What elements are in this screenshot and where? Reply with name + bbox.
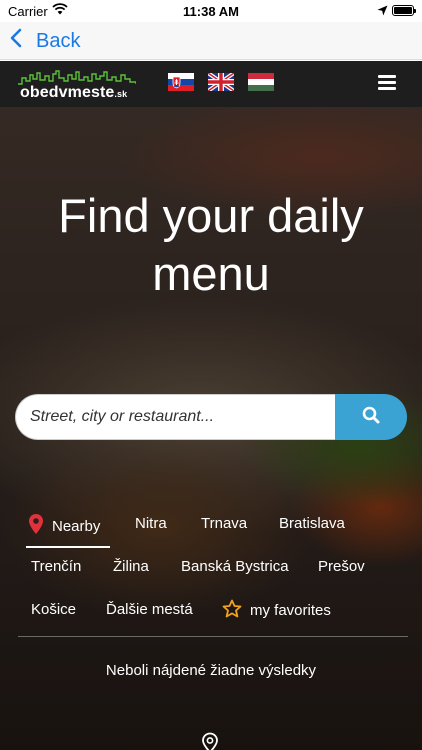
tab-zilina[interactable]: Žilina [113, 558, 149, 575]
slovak-flag-icon[interactable] [168, 73, 194, 91]
divider [18, 636, 408, 637]
tab-label: Nearby [52, 517, 101, 535]
menu-icon[interactable] [378, 75, 396, 91]
hero-section: Find your daily menu Nearby Nitra Trnava… [0, 107, 422, 750]
star-icon [222, 599, 242, 622]
back-button[interactable]: Back [10, 28, 80, 54]
location-pin-icon [28, 513, 44, 539]
logo-text: obedvmeste.sk [20, 84, 127, 102]
search-icon [362, 406, 380, 429]
tab-label: my favorites [250, 602, 331, 619]
tab-nearby[interactable]: Nearby [28, 513, 100, 539]
uk-flag-icon[interactable] [208, 73, 234, 91]
location-arrow-icon [377, 4, 388, 19]
back-label: Back [36, 29, 81, 52]
headline-line-1: Find your daily [58, 189, 364, 242]
tab-row: Nearby Nitra Trnava Bratislava [0, 505, 422, 548]
map-pin-icon[interactable] [201, 732, 219, 750]
navigation-bar: Back [0, 22, 422, 60]
tab-trnava[interactable]: Trnava [201, 515, 247, 532]
skyline-icon [18, 70, 136, 85]
page-title: Find your daily menu [0, 187, 422, 303]
tab-nitra[interactable]: Nitra [135, 515, 167, 532]
menu-line [378, 81, 396, 84]
tab-bratislava[interactable]: Bratislava [279, 515, 345, 532]
status-bar: Carrier 11:38 AM [0, 0, 422, 22]
tab-kosice[interactable]: Košice [31, 601, 76, 618]
tab-other-cities[interactable]: Ďalšie mestá [106, 601, 193, 618]
logo-name: obedvmeste [20, 84, 115, 101]
search-button[interactable] [335, 394, 407, 440]
tab-row: Košice Ďalšie mestá my favorites [0, 591, 422, 634]
search-bar [15, 394, 407, 440]
hungarian-flag-icon[interactable] [248, 73, 274, 91]
tab-trencin[interactable]: Trenčín [31, 558, 81, 575]
headline-line-2: menu [152, 247, 270, 300]
tab-favorites[interactable]: my favorites [222, 599, 331, 622]
clock: 11:38 AM [183, 4, 239, 19]
search-input[interactable] [15, 394, 335, 440]
empty-results-message: Neboli nájdené žiadne výsledky [105, 662, 317, 679]
menu-line [378, 87, 396, 90]
tab-presov[interactable]: Prešov [318, 558, 365, 575]
language-switcher [168, 73, 288, 91]
chevron-left-icon [10, 28, 22, 54]
menu-line [378, 75, 396, 78]
logo[interactable]: obedvmeste.sk [18, 69, 136, 102]
site-header: obedvmeste.sk [0, 61, 422, 107]
battery-icon [392, 5, 416, 16]
city-tabs: Nearby Nitra Trnava Bratislava Trenčín Ž… [0, 505, 422, 634]
logo-tld: .sk [114, 89, 128, 99]
tab-banska-bystrica[interactable]: Banská Bystrica [181, 558, 289, 575]
tab-row: Trenčín Žilina Banská Bystrica Prešov [0, 548, 422, 591]
